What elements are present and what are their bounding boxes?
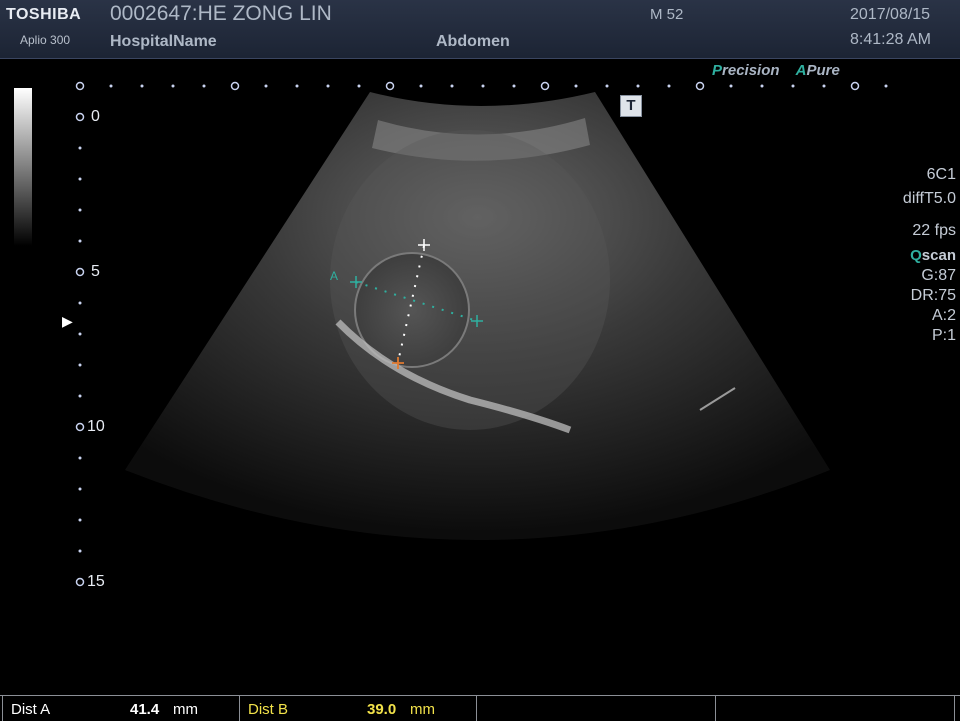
a-value: A:2 — [931, 307, 956, 324]
qscan-text: scan — [921, 247, 956, 264]
t-marker-icon[interactable]: T — [620, 95, 642, 117]
apure-accent: A — [795, 62, 807, 79]
gain-value: G:87 — [921, 267, 956, 284]
measurement-b-value: 39.0 — [367, 701, 397, 718]
precision-label: recision — [722, 62, 780, 79]
system-model: Aplio 300 — [20, 33, 71, 47]
measurement-a-unit: mm — [173, 701, 198, 718]
frame-rate: 22 fps — [912, 222, 956, 239]
exam-time: 8:41:28 AM — [850, 31, 931, 48]
measurement-b-unit: mm — [410, 701, 435, 718]
measurement-a-value: 41.4 — [130, 701, 160, 718]
p-value: P:1 — [931, 327, 956, 344]
hospital-name: HospitalName — [110, 33, 217, 50]
header-bar: TOSHIBA Aplio 300 0002647:HE ZONG LIN Ho… — [0, 0, 960, 59]
measurement-b-label: Dist B — [248, 701, 289, 718]
measurement-cell-a[interactable]: Dist A 41.4 mm — [2, 696, 240, 721]
qscan-label: Qscan — [910, 247, 956, 264]
precision-accent: P — [712, 62, 723, 79]
grayscale-bar — [14, 88, 32, 246]
caliper-a-label: A — [330, 269, 338, 283]
depth-label-5: 5 — [91, 263, 100, 280]
exam-date: 2017/08/15 — [850, 6, 931, 23]
focus-marker-icon[interactable]: ▶ — [62, 313, 73, 330]
probe-label: 6C1 — [926, 166, 956, 183]
measurement-cell-b[interactable]: Dist B 39.0 mm — [239, 696, 477, 721]
depth-scale — [75, 112, 85, 587]
frequency-label: diffT5.0 — [902, 190, 956, 207]
mechanical-index: M 52 — [650, 6, 684, 23]
measurement-cell-empty-1 — [476, 696, 716, 721]
measurement-cell-empty-2 — [715, 696, 955, 721]
measurement-a-label: Dist A — [11, 701, 51, 718]
qscan-accent: Q — [910, 247, 922, 264]
measurement-bar: Dist A 41.4 mm Dist B 39.0 mm — [0, 695, 960, 721]
depth-label-0: 0 — [91, 108, 100, 125]
exam-preset: Abdomen — [436, 33, 510, 50]
depth-label-10: 10 — [87, 418, 105, 435]
image-modes: Precision APure — [712, 62, 840, 79]
patient-id-name: 0002647:HE ZONG LIN — [110, 2, 332, 25]
dynamic-range-value: DR:75 — [910, 287, 956, 304]
brand-logo: TOSHIBA — [6, 6, 82, 23]
lateral-scale — [75, 81, 888, 91]
depth-label-15: 15 — [87, 573, 105, 590]
ultrasound-image[interactable]: A — [0, 0, 960, 720]
apure-label: Pure — [806, 62, 840, 79]
